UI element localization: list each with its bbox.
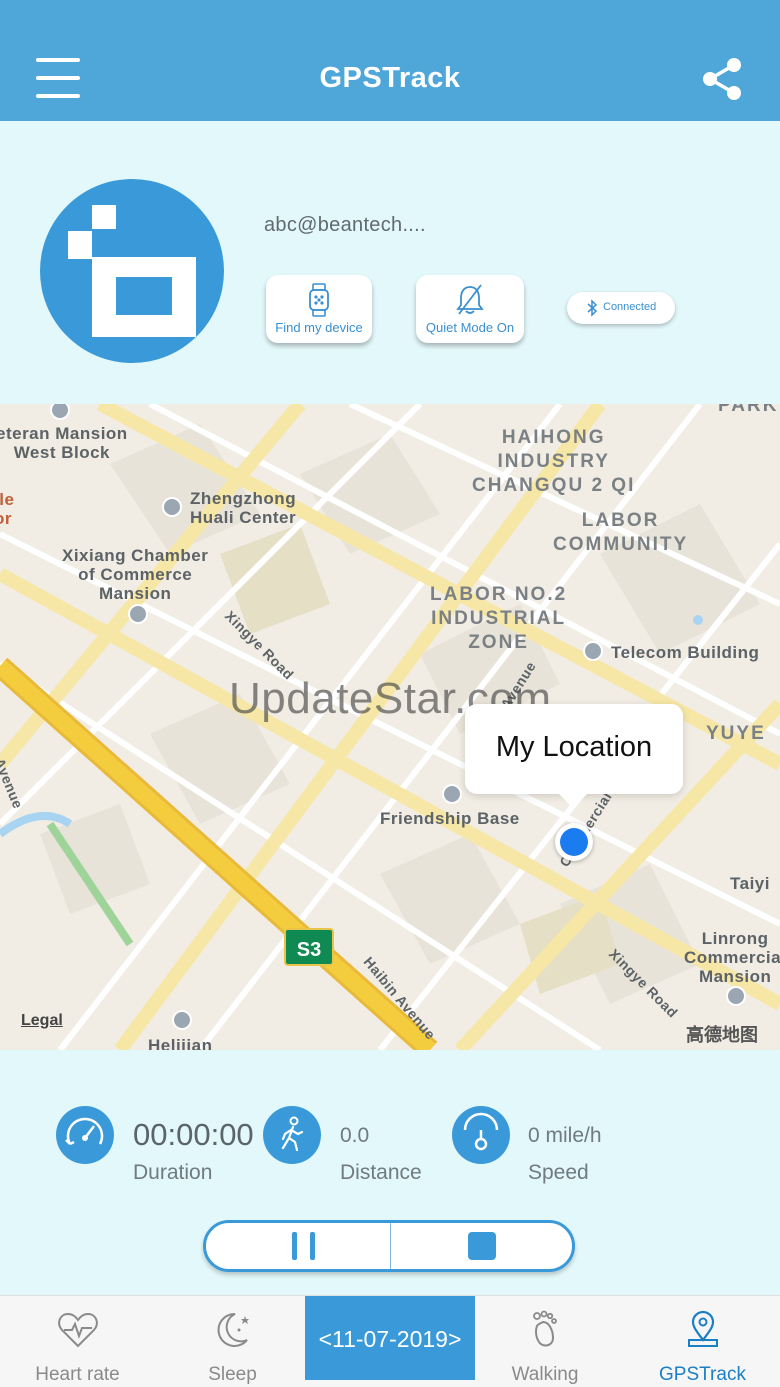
find-device-label: Find my device	[275, 320, 363, 335]
map-label-friendship: Friendship Base	[380, 809, 520, 828]
pause-button[interactable]	[206, 1223, 390, 1269]
map-label-veteran: eteran Mansion West Block	[0, 424, 128, 462]
map-label-telecom: Telecom Building	[611, 643, 760, 662]
distance-label: Distance	[340, 1161, 422, 1184]
map-view[interactable]: eteran Mansion West Block lle or t Zheng…	[0, 404, 780, 1050]
duration-label: Duration	[133, 1161, 213, 1184]
avatar	[40, 179, 224, 363]
current-location-marker[interactable]	[555, 823, 593, 861]
speed-gauge-icon	[452, 1106, 510, 1164]
account-email: abc@beantech....	[264, 214, 426, 236]
tab-gpstrack[interactable]: GPSTrack	[625, 1296, 780, 1387]
date-selector[interactable]: <11-07-2019>	[305, 1296, 475, 1380]
watch-icon	[309, 283, 329, 317]
app-header: GPSTrack	[0, 0, 780, 121]
speed-label: Speed	[528, 1161, 589, 1184]
map-label-zhengzhong: Zhengzhong Huali Center	[190, 489, 297, 527]
find-device-button[interactable]: Find my device	[266, 275, 372, 343]
quiet-mode-button[interactable]: Quiet Mode On	[416, 275, 524, 343]
tab-sleep[interactable]: Sleep	[155, 1296, 310, 1387]
tab-walking[interactable]: Walking	[470, 1296, 620, 1387]
tab-heart-rate[interactable]: Heart rate	[0, 1296, 155, 1387]
location-bubble-label: My Location	[495, 731, 653, 763]
map-label-yuye: YUYE	[706, 723, 766, 744]
tab-walking-label: Walking	[511, 1364, 579, 1385]
map-label-taiyi: Taiyi	[730, 874, 770, 893]
location-bubble[interactable]: My Location	[465, 704, 683, 808]
tracking-controls	[203, 1220, 575, 1272]
connection-status-button[interactable]: Connected	[567, 292, 675, 324]
bluetooth-icon	[587, 299, 598, 317]
walking-person-icon	[263, 1106, 321, 1164]
speedometer-icon	[56, 1106, 114, 1164]
map-label-linrong: Linrong Commercial Mansion	[684, 929, 780, 986]
map-label-labor-no2: LABOR NO.2 INDUSTRIAL ZONE	[430, 584, 568, 653]
map-label-xixiang: Xixiang Chamber of Commerce Mansion	[62, 546, 209, 603]
legal-link[interactable]: Legal	[21, 1012, 63, 1030]
page-title: GPSTrack	[319, 62, 461, 94]
map-label-partial: lle or t	[0, 490, 15, 528]
highway-shield: S3	[284, 928, 334, 966]
moon-stars-icon	[217, 1312, 249, 1347]
heart-rate-icon	[57, 1312, 98, 1348]
date-selector-label: <11-07-2019>	[318, 1326, 462, 1352]
duration-value: 00:00:00	[133, 1117, 254, 1152]
location-pin-icon	[687, 1310, 718, 1347]
quiet-mode-label: Quiet Mode On	[425, 320, 515, 335]
stop-button[interactable]	[391, 1223, 572, 1269]
profile-section: abc@beantech.... Find my device Quiet Mo…	[0, 121, 780, 404]
map-label-haihong: HAIHONG INDUSTRY CHANGQU 2 QI	[472, 427, 636, 496]
map-label-park: PARK	[718, 404, 779, 416]
speed-value: 0 mile/h	[528, 1124, 602, 1147]
share-icon[interactable]	[698, 56, 746, 102]
tab-sleep-label: Sleep	[208, 1364, 257, 1385]
device-logo-icon	[68, 205, 196, 337]
distance-value: 0.0	[340, 1124, 370, 1147]
footprint-icon	[533, 1310, 557, 1347]
tab-heart-rate-label: Heart rate	[35, 1364, 120, 1385]
map-label-heljian: Helijian	[148, 1036, 213, 1050]
tracking-stats-panel: 00:00:00 Duration 0.0 Distance 0 mile/h …	[0, 1050, 780, 1295]
tab-gpstrack-label: GPSTrack	[659, 1364, 746, 1385]
bell-muted-icon	[456, 284, 484, 315]
connection-status-label: Connected	[603, 301, 657, 313]
map-label-labor-community: LABOR COMMUNITY	[553, 510, 689, 555]
bottom-tab-bar: Heart rate Sleep <11-07-2019> Walking GP…	[0, 1295, 780, 1387]
map-provider-logo: 高德地图	[686, 1025, 758, 1045]
